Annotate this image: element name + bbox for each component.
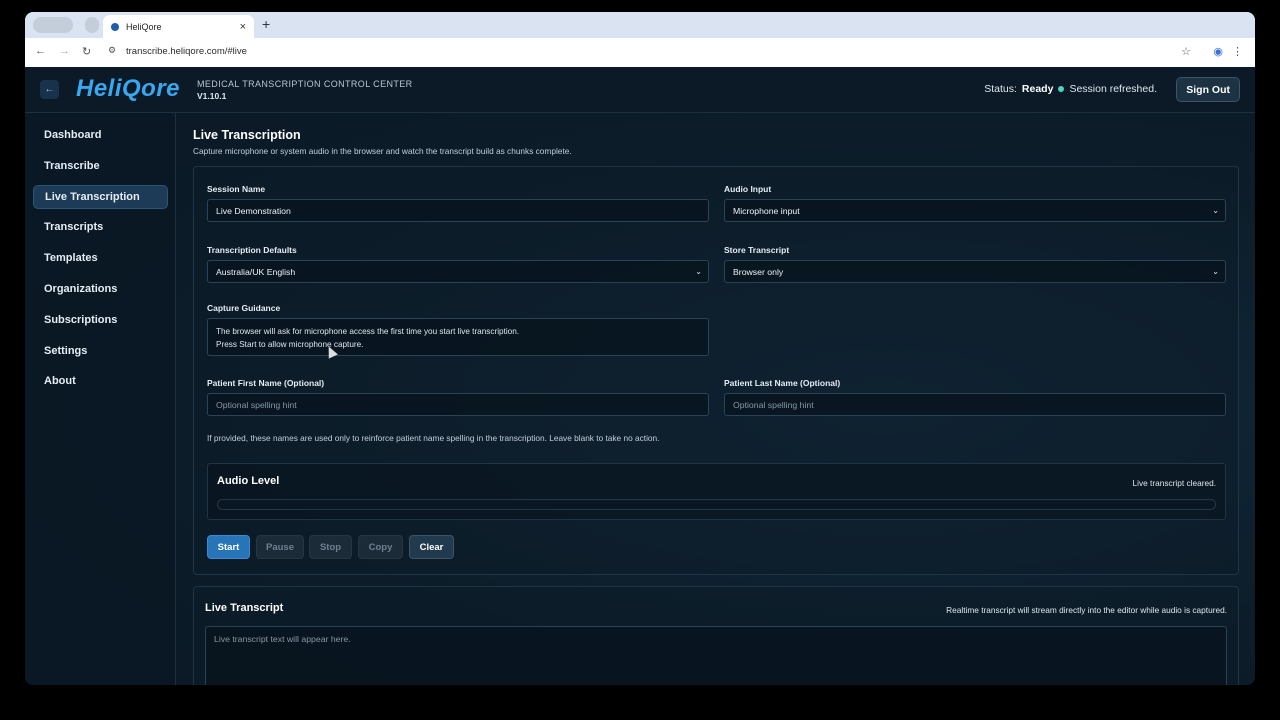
browser-window: HeliQore × + ← → ↻ ⚙ transcribe.heliqore…: [25, 12, 1255, 685]
sidebar-item-settings[interactable]: Settings: [33, 339, 168, 363]
sidebar-item-transcribe[interactable]: Transcribe: [33, 154, 168, 178]
live-settings-card: Session Name Live Demonstration Audio In…: [193, 166, 1239, 575]
guidance-line-2: Press Start to allow microphone capture.: [216, 340, 364, 349]
patient-last-name-input[interactable]: Optional spelling hint: [724, 393, 1226, 416]
sidebar-item-organizations[interactable]: Organizations: [33, 277, 168, 301]
sidebar-item-about[interactable]: About: [33, 369, 168, 393]
chevron-down-icon: ⌄: [695, 267, 702, 276]
sign-out-button[interactable]: Sign Out: [1176, 77, 1240, 102]
tab-close-icon[interactable]: ×: [240, 21, 246, 33]
favicon-icon: [111, 22, 119, 31]
session-name-input[interactable]: Live Demonstration: [207, 199, 709, 222]
new-tab-button[interactable]: +: [262, 16, 270, 32]
patient-first-name-input[interactable]: Optional spelling hint: [207, 393, 709, 416]
capture-guidance-box: The browser will ask for microphone acce…: [207, 318, 709, 356]
audio-input-label: Audio Input: [724, 184, 772, 194]
live-transcript-editor[interactable]: Live transcript text will appear here.: [205, 626, 1227, 685]
store-transcript-label: Store Transcript: [724, 245, 790, 255]
chevron-down-icon: ⌄: [1212, 267, 1219, 276]
main-content: Live Transcription Capture microphone or…: [193, 113, 1239, 685]
patient-names-note: If provided, these names are used only t…: [207, 433, 660, 443]
sidebar-item-templates[interactable]: Templates: [33, 246, 168, 270]
tab-search-control[interactable]: [33, 17, 73, 33]
bookmark-star-icon[interactable]: ☆: [1181, 45, 1191, 58]
tab-title: HeliQore: [126, 21, 162, 32]
start-button[interactable]: Start: [207, 535, 250, 559]
capture-guidance-label: Capture Guidance: [207, 303, 281, 313]
forward-arrow-icon[interactable]: →: [59, 45, 70, 57]
transcription-defaults-label: Transcription Defaults: [207, 245, 297, 255]
address-bar: ← → ↻ ⚙ transcribe.heliqore.com/#live ☆ …: [25, 38, 1255, 67]
chevron-down-icon: ⌄: [1212, 206, 1219, 215]
audio-status-text: Live transcript cleared.: [1132, 478, 1216, 488]
status-indicator: Status: Ready Session refreshed.: [984, 83, 1157, 95]
live-transcript-hint: Realtime transcript will stream directly…: [946, 605, 1227, 615]
store-transcript-value: Browser only: [733, 266, 784, 277]
sidebar-item-live-transcription[interactable]: Live Transcription: [33, 185, 168, 209]
back-arrow-icon[interactable]: ←: [35, 45, 46, 57]
transcription-defaults-value: Australia/UK English: [216, 266, 296, 277]
store-transcript-select[interactable]: Browser only ⌄: [724, 260, 1226, 283]
app-header: ← HeliQore MEDICAL TRANSCRIPTION CONTROL…: [25, 67, 1255, 113]
live-transcript-card: Live Transcript Realtime transcript will…: [193, 586, 1239, 685]
pause-button[interactable]: Pause: [256, 535, 304, 559]
page-subtitle: Capture microphone or system audio in th…: [193, 146, 572, 156]
sidebar-item-subscriptions[interactable]: Subscriptions: [33, 308, 168, 332]
stop-button[interactable]: Stop: [309, 535, 352, 559]
browser-menu-icon[interactable]: ⋮: [1232, 45, 1243, 58]
page-title: Live Transcription: [193, 128, 301, 142]
patient-last-name-label: Patient Last Name (Optional): [724, 378, 841, 388]
session-message: Session refreshed.: [1069, 83, 1157, 95]
site-settings-icon[interactable]: ⚙: [108, 45, 116, 56]
reload-icon[interactable]: ↻: [82, 45, 91, 58]
status-value: Ready: [1021, 83, 1054, 95]
browser-tab[interactable]: HeliQore ×: [103, 15, 254, 38]
sidebar: Dashboard Transcribe Live Transcription …: [25, 113, 176, 685]
app-logo: HeliQore: [76, 75, 181, 102]
audio-input-select[interactable]: Microphone input ⌄: [724, 199, 1226, 222]
live-transcript-title: Live Transcript: [205, 602, 284, 614]
profile-icon[interactable]: ◉: [1213, 45, 1223, 58]
audio-level-panel: Audio Level Live transcript cleared.: [207, 463, 1226, 520]
status-label: Status:: [984, 83, 1017, 95]
url-field[interactable]: transcribe.heliqore.com/#live: [126, 46, 247, 57]
app-version: V1.10.1: [197, 91, 227, 101]
transcription-defaults-select[interactable]: Australia/UK English ⌄: [207, 260, 709, 283]
browser-tabstrip: HeliQore × +: [25, 12, 1255, 38]
sidebar-item-dashboard[interactable]: Dashboard: [33, 123, 168, 147]
collapse-sidebar-button[interactable]: ←: [40, 80, 59, 99]
sidebar-item-transcripts[interactable]: Transcripts: [33, 215, 168, 239]
session-name-label: Session Name: [207, 184, 266, 194]
patient-first-name-label: Patient First Name (Optional): [207, 378, 325, 388]
app-root: ← HeliQore MEDICAL TRANSCRIPTION CONTROL…: [25, 67, 1255, 685]
tab-list-chevron-icon[interactable]: [85, 17, 99, 33]
app-title: MEDICAL TRANSCRIPTION CONTROL CENTER: [197, 79, 413, 89]
clear-button[interactable]: Clear: [409, 535, 454, 559]
status-dot-icon: [1058, 86, 1065, 92]
audio-input-value: Microphone input: [733, 205, 800, 216]
audio-level-meter: [217, 499, 1216, 510]
audio-level-title: Audio Level: [217, 475, 280, 487]
guidance-line-1: The browser will ask for microphone acce…: [216, 327, 520, 336]
copy-button[interactable]: Copy: [358, 535, 403, 559]
